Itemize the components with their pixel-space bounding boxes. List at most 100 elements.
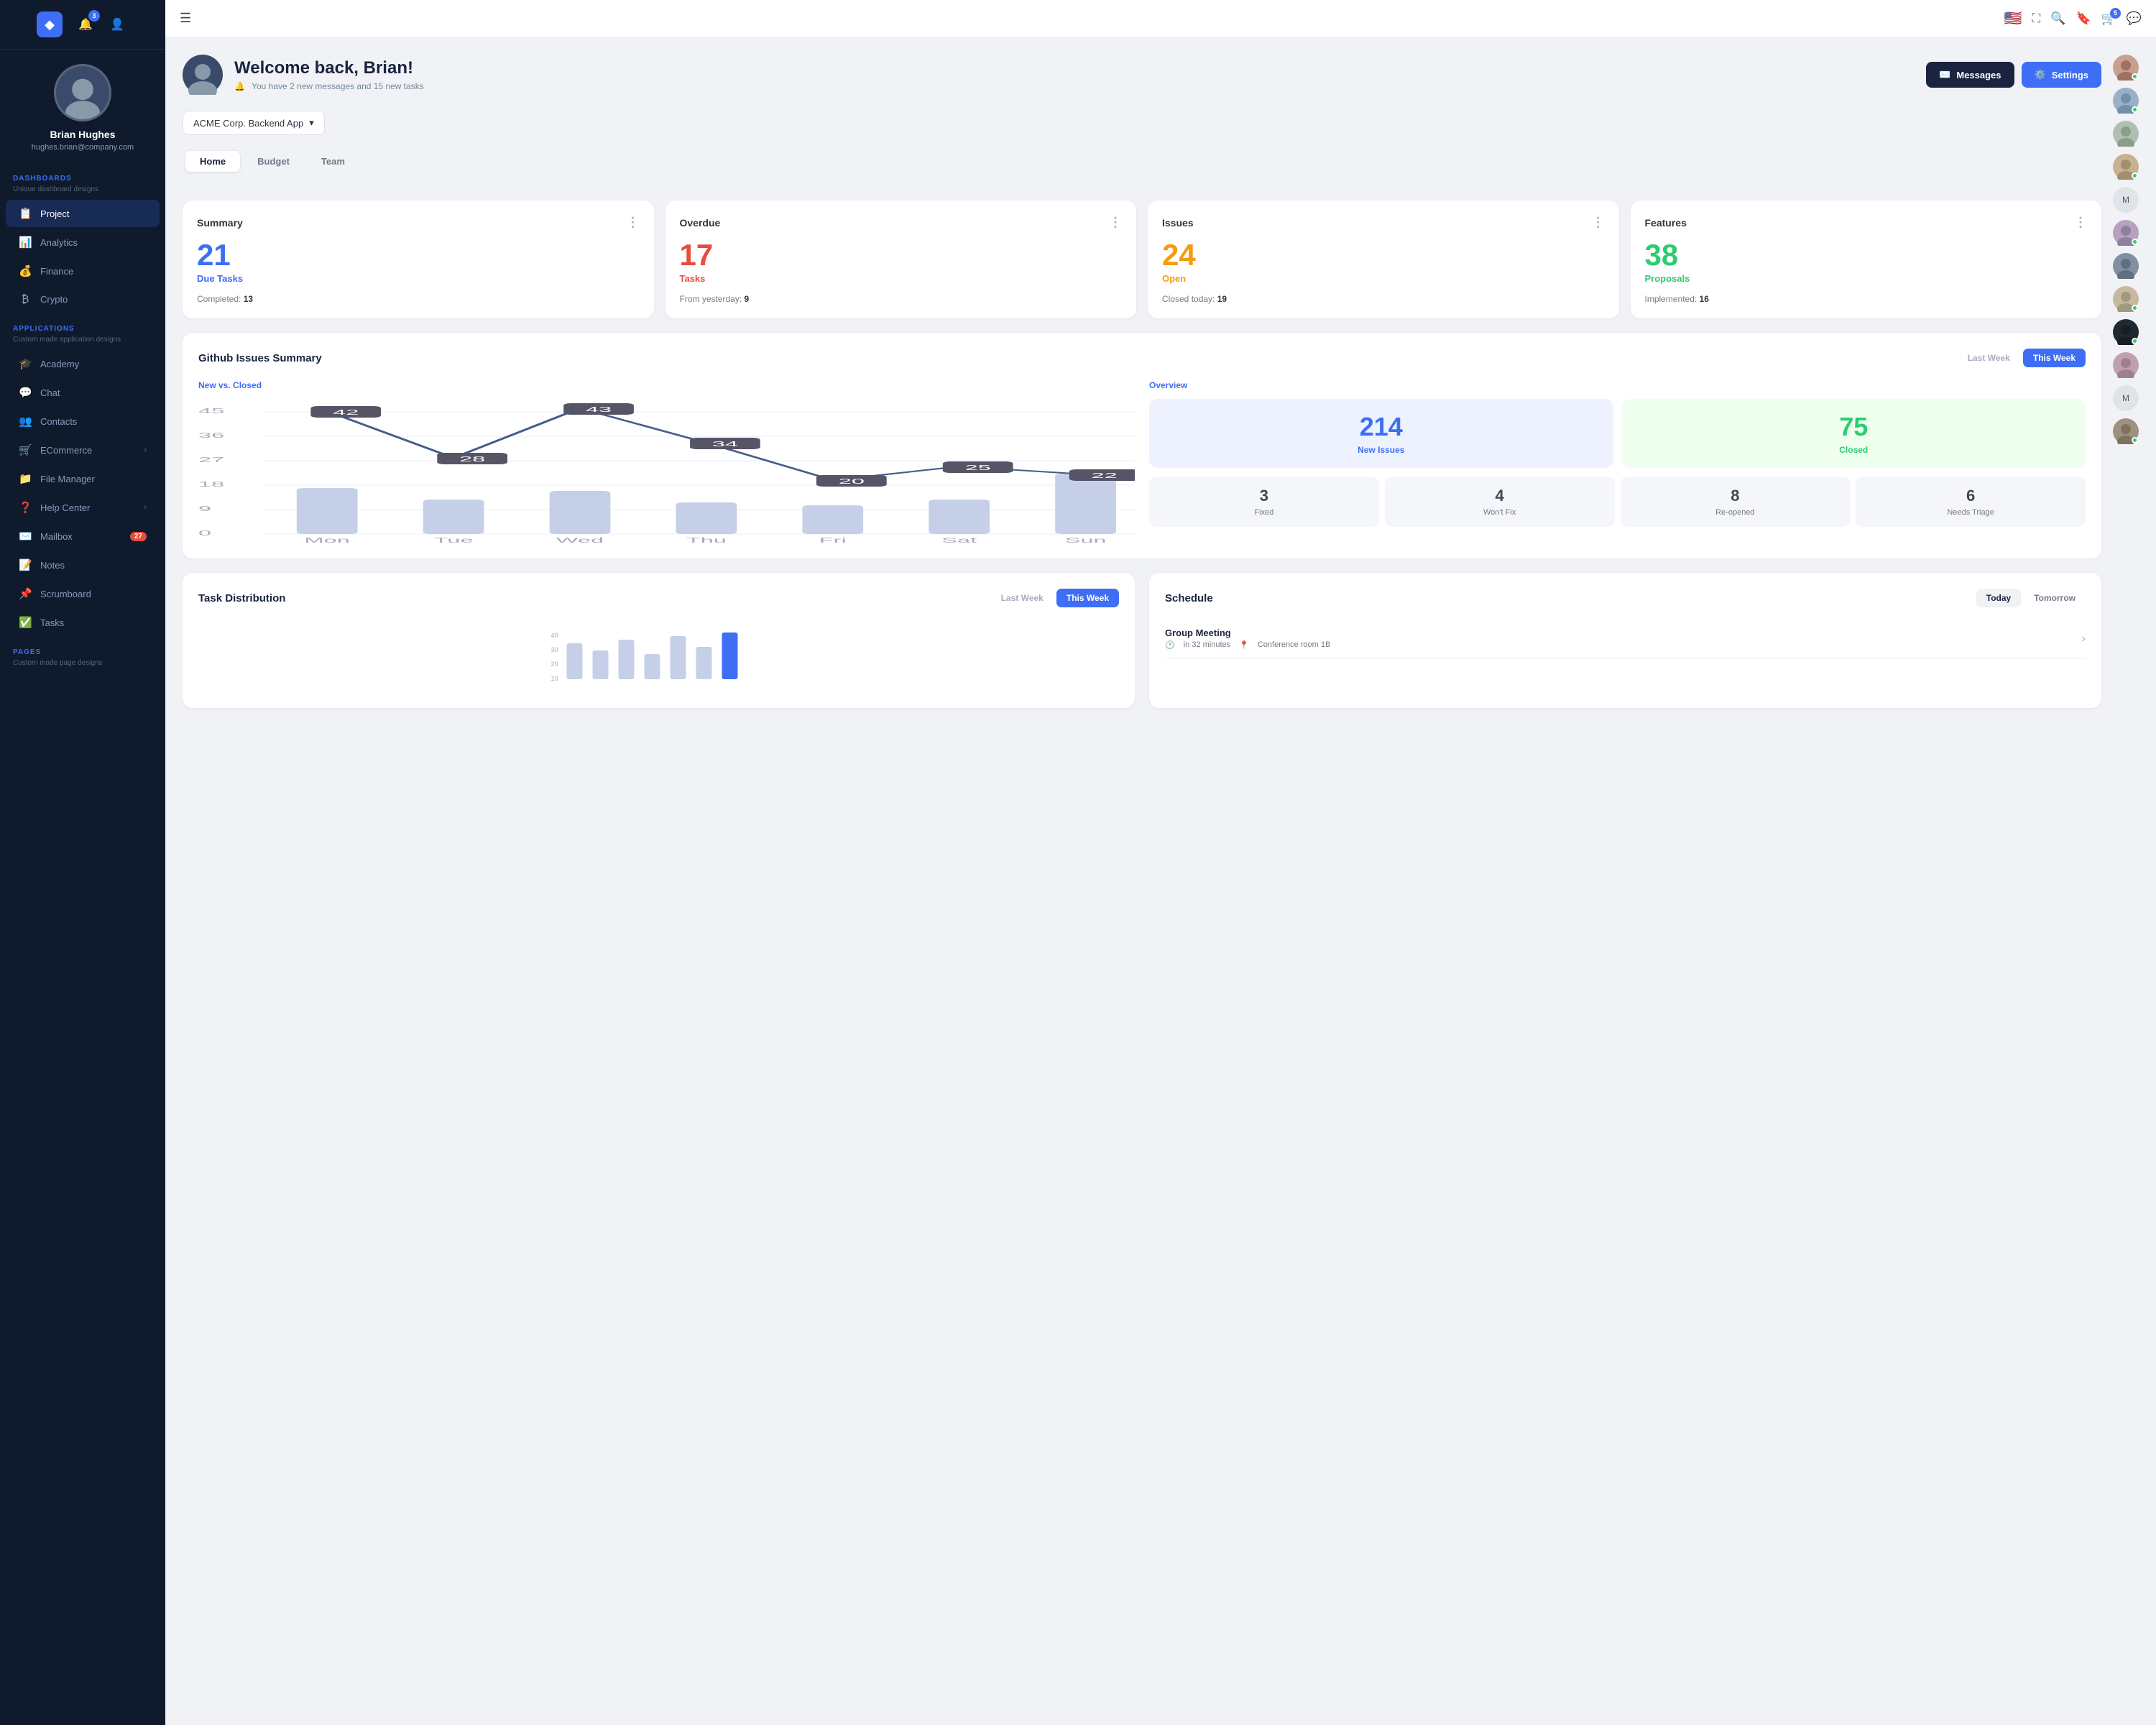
sidebar-item-analytics[interactable]: 📊 Analytics	[6, 229, 160, 256]
project-icon: 📋	[19, 207, 32, 220]
sidebar-header: ◆ 🔔 3 👤	[0, 0, 165, 50]
cart-button[interactable]: 🛒 5	[2101, 12, 2116, 26]
sidebar-item-mailbox[interactable]: ✉️ Mailbox 27	[6, 523, 160, 550]
new-issues-number: 214	[1162, 412, 1600, 442]
right-avatar-3[interactable]	[2113, 121, 2139, 147]
closed-issues-label: Closed	[1635, 445, 2073, 455]
schedule-card: Schedule Today Tomorrow Group Meeting 🕐 …	[1149, 573, 2101, 708]
svg-text:36: 36	[198, 431, 224, 439]
svg-text:42: 42	[333, 408, 359, 416]
sidebar-item-finance[interactable]: 💰 Finance	[6, 257, 160, 285]
right-avatar-9[interactable]	[2113, 352, 2139, 378]
schedule-event-name: Group Meeting	[1165, 627, 2073, 638]
schedule-location: Conference room 1B	[1258, 640, 1331, 650]
svg-text:Sat: Sat	[941, 536, 977, 543]
features-title: Features	[1645, 217, 1687, 229]
sidebar-item-label-notes: Notes	[40, 560, 65, 571]
chat-icon: 💬	[19, 386, 32, 399]
user-name: Brian Hughes	[50, 129, 115, 140]
sidebar-item-file-manager[interactable]: 📁 File Manager	[6, 465, 160, 492]
svg-text:Wed: Wed	[556, 536, 604, 543]
sidebar-item-ecommerce[interactable]: 🛒 ECommerce ›	[6, 436, 160, 464]
right-avatar-6[interactable]	[2113, 253, 2139, 279]
github-last-week-button[interactable]: Last Week	[1958, 349, 2020, 367]
tab-bar: Home Budget Team	[183, 148, 2101, 188]
svg-text:20: 20	[551, 661, 558, 668]
settings-button[interactable]: ⚙️ Settings	[2022, 62, 2101, 88]
right-avatar-2[interactable]	[2113, 88, 2139, 114]
summary-more-button[interactable]: ⋮	[627, 215, 640, 230]
tab-budget[interactable]: Budget	[243, 151, 304, 172]
task-this-week-button[interactable]: This Week	[1056, 589, 1119, 607]
tomorrow-button[interactable]: Tomorrow	[2024, 589, 2086, 607]
tab-team[interactable]: Team	[307, 151, 359, 172]
sidebar-item-crypto[interactable]: ₿ Crypto	[6, 286, 160, 313]
online-indicator-4	[2132, 172, 2138, 179]
tab-home[interactable]: Home	[185, 151, 240, 172]
features-more-button[interactable]: ⋮	[2074, 215, 2087, 230]
sidebar-item-scrumboard[interactable]: 📌 Scrumboard	[6, 580, 160, 607]
right-avatar-m2[interactable]: M	[2113, 385, 2139, 411]
online-indicator-8	[2132, 338, 2138, 344]
right-avatar-10[interactable]	[2113, 418, 2139, 444]
chart-subtitle: New vs. Closed	[198, 380, 1135, 390]
sidebar-item-contacts[interactable]: 👥 Contacts	[6, 408, 160, 435]
analytics-icon: 📊	[19, 236, 32, 249]
today-button[interactable]: Today	[1976, 589, 2021, 607]
contacts-icon: 👥	[19, 415, 32, 428]
sidebar-item-chat[interactable]: 💬 Chat	[6, 379, 160, 406]
sidebar-item-academy[interactable]: 🎓 Academy	[6, 350, 160, 377]
app-logo: ◆	[37, 12, 63, 37]
bell-icon: 🔔	[234, 81, 245, 91]
right-avatar-5[interactable]	[2113, 220, 2139, 246]
bookmark-icon[interactable]: 🔖	[2076, 12, 2091, 26]
chevron-down-icon: ▾	[309, 117, 314, 129]
schedule-item-arrow-icon[interactable]: ›	[2082, 632, 2086, 645]
github-this-week-button[interactable]: This Week	[2023, 349, 2086, 367]
search-icon[interactable]: 🔍	[2050, 12, 2065, 26]
chart-container: 45 36 27 18 9 0	[198, 399, 1135, 543]
right-avatar-1[interactable]	[2113, 55, 2139, 80]
right-panel: M M	[2101, 55, 2139, 1708]
overdue-more-button[interactable]: ⋮	[1109, 215, 1122, 230]
fixed-number: 3	[1155, 487, 1373, 505]
svg-text:Thu: Thu	[686, 536, 727, 543]
message-icon[interactable]: 💬	[2127, 12, 2142, 26]
messages-button[interactable]: ✉️ Messages	[1926, 62, 2014, 88]
task-chart-svg: 40 30 20 10	[198, 629, 1119, 686]
sidebar-item-notes[interactable]: 📝 Notes	[6, 551, 160, 579]
sidebar-item-project[interactable]: 📋 Project	[6, 200, 160, 227]
sidebar-item-label-file-manager: File Manager	[40, 474, 95, 484]
wont-fix-number: 4	[1391, 487, 1609, 505]
academy-icon: 🎓	[19, 357, 32, 370]
reopened-label: Re-opened	[1626, 508, 1845, 517]
svg-text:Mon: Mon	[304, 536, 349, 543]
notifications-button[interactable]: 🔔 3	[74, 13, 97, 36]
top-bar-right: 🇺🇸 ⛶ 🔍 🔖 🛒 5 💬	[2004, 9, 2142, 27]
task-last-week-button[interactable]: Last Week	[991, 589, 1054, 607]
expand-icon[interactable]: ⛶	[2032, 12, 2040, 26]
top-bar: ☰ 🇺🇸 ⛶ 🔍 🔖 🛒 5 💬	[165, 0, 2156, 37]
sidebar-item-label-crypto: Crypto	[40, 294, 68, 305]
features-label: Proposals	[1645, 273, 2088, 284]
user-avatar	[54, 64, 111, 121]
hamburger-menu-button[interactable]: ☰	[180, 11, 191, 26]
schedule-info: Group Meeting 🕐 in 32 minutes 📍 Conferen…	[1165, 627, 2073, 650]
svg-text:30: 30	[551, 646, 558, 653]
issues-more-button[interactable]: ⋮	[1592, 215, 1605, 230]
flag-icon[interactable]: 🇺🇸	[2004, 9, 2022, 27]
user-menu-button[interactable]: 👤	[106, 13, 129, 36]
project-selector[interactable]: ACME Corp. Backend App ▾	[183, 111, 325, 135]
schedule-meta: 🕐 in 32 minutes 📍 Conference room 1B	[1165, 640, 2073, 650]
right-avatar-4[interactable]	[2113, 154, 2139, 180]
svg-text:45: 45	[198, 407, 224, 415]
svg-text:25: 25	[965, 464, 991, 472]
project-selector-label: ACME Corp. Backend App	[193, 118, 303, 129]
sidebar-item-label-analytics: Analytics	[40, 237, 78, 248]
sidebar-item-tasks[interactable]: ✅ Tasks	[6, 609, 160, 636]
right-avatar-m1[interactable]: M	[2113, 187, 2139, 213]
sidebar-item-help-center[interactable]: ❓ Help Center ›	[6, 494, 160, 521]
right-avatar-8[interactable]	[2113, 319, 2139, 345]
right-avatar-7[interactable]	[2113, 286, 2139, 312]
tabs-container: Home Budget Team	[183, 148, 362, 175]
